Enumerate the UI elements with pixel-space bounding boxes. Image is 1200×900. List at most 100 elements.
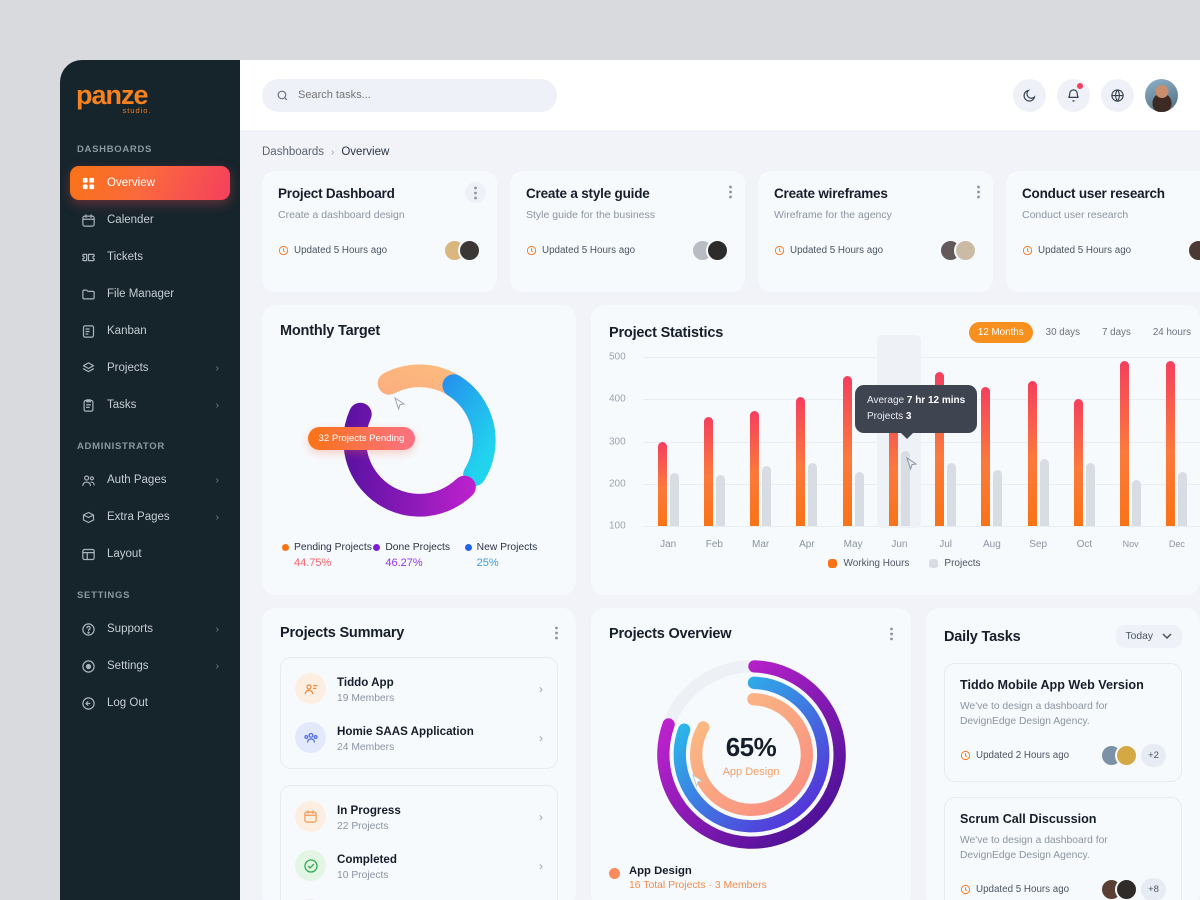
- sidebar-item-tasks[interactable]: Tasks ›: [70, 388, 230, 422]
- sidebar-item-calender[interactable]: Calender: [70, 203, 230, 237]
- bar-group[interactable]: [969, 357, 1015, 526]
- daily-tasks-filter[interactable]: Today: [1115, 625, 1182, 648]
- summary-item-sub: 19 Members: [337, 693, 395, 704]
- bottom-row: Projects Summary Tiddo App 19 Members › Hom…: [262, 608, 1200, 900]
- summary-item[interactable]: Homie SAAS Application 24 Members ›: [281, 713, 557, 762]
- sidebar-item-log-out[interactable]: Log Out: [70, 686, 230, 720]
- sidebar-item-projects[interactable]: Projects ›: [70, 351, 230, 385]
- cursor-icon: [906, 457, 918, 471]
- breadcrumb-current: Overview: [341, 146, 390, 158]
- x-axis-tick: Jul: [939, 539, 953, 550]
- sidebar-item-auth-pages[interactable]: Auth Pages ›: [70, 463, 230, 497]
- task-card-footer: Updated 5 Hours ago: [1022, 239, 1200, 262]
- nav-section-label: SETTINGS: [77, 590, 131, 601]
- summary-item[interactable]: Delivered›: [281, 890, 557, 900]
- bar-projects: [947, 463, 957, 526]
- bar-group[interactable]: [1015, 357, 1061, 526]
- sidebar-item-label: Projects: [107, 362, 149, 374]
- sidebar-item-tickets[interactable]: Tickets: [70, 240, 230, 274]
- task-card[interactable]: Project Dashboard Create a dashboard desi…: [262, 171, 497, 292]
- avatar-overflow-count: +2: [1141, 743, 1166, 767]
- globe-icon[interactable]: [1101, 78, 1134, 112]
- summary-more-icon[interactable]: [555, 626, 558, 640]
- task-card[interactable]: Conduct user research Conduct user resear…: [1006, 171, 1200, 292]
- sidebar-item-file-manager[interactable]: File Manager: [70, 277, 230, 311]
- overview-legend: App Design 16 Total Projects · 3 Members: [609, 865, 893, 891]
- filter-pill[interactable]: 12 Months: [968, 322, 1033, 343]
- task-card-footer: Updated 5 Hours ago: [278, 239, 481, 262]
- sidebar-item-kanban[interactable]: Kanban: [70, 314, 230, 348]
- legend-dot: [373, 544, 381, 551]
- projects-summary-panel: Projects Summary Tiddo App 19 Members › Hom…: [262, 608, 576, 900]
- daily-task-footer: Updated 2 Hours ago +2: [960, 743, 1166, 767]
- bar-working-hours: [1027, 381, 1037, 526]
- bar-group[interactable]: [1154, 357, 1200, 526]
- bar-group[interactable]: [738, 357, 784, 526]
- bar-working-hours: [657, 441, 667, 526]
- bar-group[interactable]: [876, 357, 922, 526]
- daily-task-card[interactable]: Scrum Call Discussion We've to design a d…: [944, 796, 1182, 900]
- nav-section-label: DASHBOARDS: [77, 144, 153, 155]
- search-box[interactable]: [262, 78, 557, 112]
- monthly-target-donut[interactable]: 32 Projects Pending: [307, 353, 507, 528]
- summary-item-sub: 24 Members: [337, 742, 395, 753]
- daily-task-title: Tiddo Mobile App Web Version: [960, 678, 1144, 692]
- overview-more-icon[interactable]: [890, 627, 893, 641]
- nav-section-label: ADMINISTRATOR: [77, 441, 165, 452]
- moon-icon[interactable]: [1013, 78, 1046, 112]
- bar-projects: [993, 470, 1003, 526]
- bar-working-hours: [796, 397, 806, 526]
- task-card[interactable]: Create wireframes Wireframe for the agenc…: [758, 171, 993, 292]
- task-card[interactable]: Create a style guide Style guide for the …: [510, 171, 745, 292]
- x-axis-tick: Jan: [660, 539, 677, 550]
- bar-group[interactable]: [691, 357, 737, 526]
- summary-item[interactable]: In Progress 22 Projects ›: [281, 792, 557, 841]
- folder-icon: [81, 287, 96, 302]
- summary-item[interactable]: Completed 10 Projects ›: [281, 841, 557, 890]
- legend-label: New Projects: [476, 542, 538, 553]
- bar-group[interactable]: [645, 357, 691, 526]
- brand-logo[interactable]: panze studio.: [60, 82, 240, 128]
- task-card-more-icon[interactable]: [729, 185, 732, 199]
- task-card-more-icon[interactable]: [977, 185, 980, 199]
- gear-icon: [81, 659, 96, 674]
- chevron-right-icon[interactable]: ›: [539, 682, 543, 696]
- sidebar-item-extra-pages[interactable]: Extra Pages ›: [70, 500, 230, 534]
- daily-task-updated: Updated 5 Hours ago: [960, 884, 1069, 895]
- kebab-icon: [555, 626, 558, 640]
- chevron-right-icon[interactable]: ›: [539, 810, 543, 824]
- daily-task-footer: Updated 5 Hours ago +8: [960, 877, 1166, 900]
- breadcrumb-root[interactable]: Dashboards: [262, 146, 324, 158]
- user-avatar[interactable]: [1145, 78, 1178, 112]
- summary-group-status: In Progress 22 Projects › Completed 10 Proje…: [280, 785, 558, 900]
- summary-header: Projects Summary: [280, 625, 558, 641]
- bar-group[interactable]: [1061, 357, 1107, 526]
- sidebar-item-label: Extra Pages: [107, 511, 170, 523]
- filter-pill[interactable]: 30 days: [1037, 322, 1089, 343]
- chevron-right-icon[interactable]: ›: [539, 859, 543, 873]
- overview-percent: 65%: [725, 731, 777, 762]
- bell-icon[interactable]: [1057, 78, 1090, 112]
- task-card-title: Project Dashboard: [278, 186, 395, 201]
- bar-group[interactable]: [830, 357, 876, 526]
- bar-group[interactable]: [923, 357, 969, 526]
- sidebar-item-supports[interactable]: Supports ›: [70, 612, 230, 646]
- sidebar-item-layout[interactable]: Layout: [70, 537, 230, 571]
- bar-group[interactable]: [784, 357, 830, 526]
- filter-pill[interactable]: 24 hours: [1144, 322, 1200, 343]
- sidebar-item-overview[interactable]: Overview: [70, 166, 230, 200]
- updated-text: Updated 5 Hours ago: [542, 245, 636, 256]
- sidebar-item-settings[interactable]: Settings ›: [70, 649, 230, 683]
- avatar: [1115, 877, 1138, 900]
- task-card-more-icon[interactable]: [465, 182, 486, 203]
- bar-group[interactable]: [1108, 357, 1154, 526]
- x-axis-tick: Mar: [752, 539, 770, 550]
- chevron-right-icon: ›: [215, 623, 219, 635]
- chevron-right-icon[interactable]: ›: [539, 731, 543, 745]
- daily-task-card[interactable]: Tiddo Mobile App Web Version We've to des…: [944, 663, 1182, 782]
- summary-item[interactable]: Tiddo App 19 Members ›: [281, 664, 557, 713]
- filter-pill[interactable]: 7 days: [1093, 322, 1140, 343]
- overview-rings[interactable]: 65% App Design: [649, 652, 854, 857]
- search-input[interactable]: [298, 89, 543, 101]
- clock-icon: [774, 245, 785, 256]
